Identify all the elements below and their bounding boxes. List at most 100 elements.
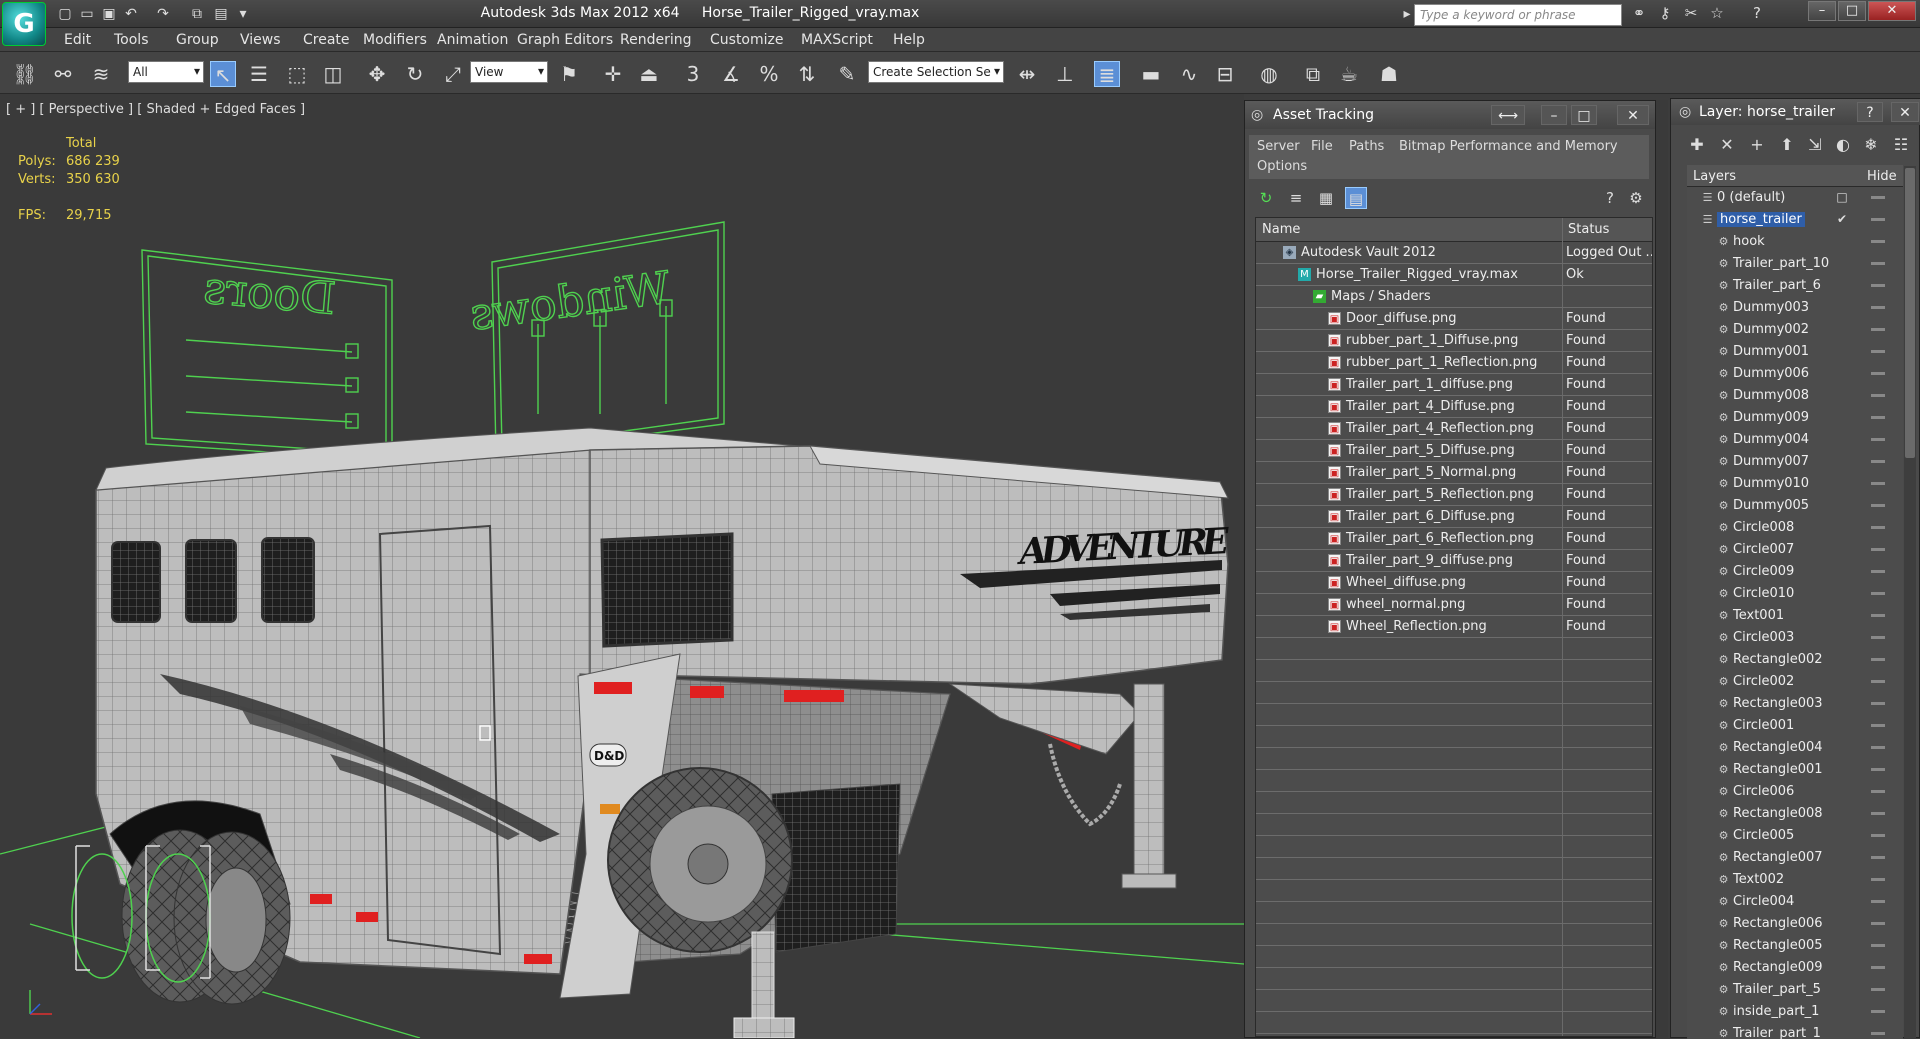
- asset-row[interactable]: ▣ Trailer_part_4_Reflection.png Found: [1256, 418, 1652, 440]
- asset-menu-options[interactable]: Options: [1257, 159, 1307, 174]
- layer-row[interactable]: ☰ horse_trailer ✔: [1687, 209, 1903, 231]
- hide-toggle[interactable]: [1871, 1010, 1885, 1013]
- binoculars-icon[interactable]: ⚭: [1628, 4, 1650, 24]
- current-layer-check-icon[interactable]: ✔: [1835, 212, 1849, 226]
- unlink-icon[interactable]: ⚯: [50, 61, 76, 87]
- hide-toggle[interactable]: [1871, 702, 1885, 705]
- table-view-icon[interactable]: ▤: [1345, 187, 1367, 209]
- hide-toggle[interactable]: [1871, 900, 1885, 903]
- hide-toggle[interactable]: [1871, 790, 1885, 793]
- menu-animation[interactable]: Animation: [437, 32, 508, 48]
- render-setup-icon[interactable]: ⧉: [1300, 61, 1326, 87]
- maximize-window-button[interactable]: □: [1838, 1, 1866, 21]
- asset-menu-paths[interactable]: Paths: [1349, 139, 1384, 154]
- layer-object-row[interactable]: ⚙ Dummy010: [1687, 473, 1903, 495]
- hide-toggle[interactable]: [1871, 526, 1885, 529]
- layer-object-row[interactable]: ⚙ Text002: [1687, 869, 1903, 891]
- layer-object-row[interactable]: ⚙ Rectangle002: [1687, 649, 1903, 671]
- asset-row[interactable]: ▣ Wheel_diffuse.png Found: [1256, 572, 1652, 594]
- layer-object-row[interactable]: ⚙ Rectangle001: [1687, 759, 1903, 781]
- hide-toggle[interactable]: [1871, 988, 1885, 991]
- help-icon[interactable]: ?: [1599, 187, 1621, 209]
- hide-toggle[interactable]: [1871, 878, 1885, 881]
- asset-row[interactable]: ▣ Trailer_part_5_Reflection.png Found: [1256, 484, 1652, 506]
- hide-toggle[interactable]: [1871, 218, 1885, 221]
- hide-toggle[interactable]: [1871, 834, 1885, 837]
- asset-row[interactable]: ▣ Door_diffuse.png Found: [1256, 308, 1652, 330]
- select-layer-objects-icon[interactable]: ⬆: [1775, 135, 1799, 157]
- add-to-layer-icon[interactable]: +: [1745, 135, 1769, 157]
- keyboard-shortcut-override-icon[interactable]: ⏏: [636, 61, 662, 87]
- empty-asset-row[interactable]: [1256, 792, 1652, 814]
- asset-row[interactable]: ▣ Trailer_part_5_Diffuse.png Found: [1256, 440, 1652, 462]
- panel-maximize-button[interactable]: □: [1571, 105, 1597, 125]
- layer-object-row[interactable]: ⚙ Circle007: [1687, 539, 1903, 561]
- minimize-window-button[interactable]: –: [1808, 1, 1836, 21]
- scene-canvas[interactable]: Doors Windows ADVENTURE D&D: [0, 94, 1244, 1038]
- layer-object-row[interactable]: ⚙ Dummy006: [1687, 363, 1903, 385]
- spinner-snap-icon[interactable]: ⇅: [794, 61, 820, 87]
- select-and-scale-icon[interactable]: ⤢: [440, 61, 466, 87]
- hide-toggle[interactable]: [1871, 350, 1885, 353]
- select-and-move-icon[interactable]: ✥: [364, 61, 390, 87]
- asset-row[interactable]: ▰ Maps / Shaders: [1256, 286, 1652, 308]
- layer-object-row[interactable]: ⚙ Dummy001: [1687, 341, 1903, 363]
- help-icon[interactable]: ?: [1746, 4, 1768, 24]
- empty-asset-row[interactable]: [1256, 770, 1652, 792]
- layer-manager-icon[interactable]: ≣: [1094, 61, 1120, 87]
- hide-toggle[interactable]: [1871, 372, 1885, 375]
- layer-help-button[interactable]: ?: [1857, 102, 1883, 122]
- empty-asset-row[interactable]: [1256, 814, 1652, 836]
- layer-object-row[interactable]: ⚙ hook: [1687, 231, 1903, 253]
- menu-graph-editors[interactable]: Graph Editors: [517, 32, 613, 48]
- layer-object-row[interactable]: ⚙ Dummy009: [1687, 407, 1903, 429]
- menu-modifiers[interactable]: Modifiers: [363, 32, 427, 48]
- asset-tracking-titlebar[interactable]: ◎ Asset Tracking ⟷ – □ ✕: [1245, 101, 1655, 129]
- trailer-body[interactable]: [95, 427, 1229, 1038]
- empty-asset-row[interactable]: [1256, 880, 1652, 902]
- select-by-name-icon[interactable]: ☰: [246, 61, 272, 87]
- layer-object-row[interactable]: ⚙ Circle005: [1687, 825, 1903, 847]
- asset-row[interactable]: ▣ Trailer_part_5_Normal.png Found: [1256, 462, 1652, 484]
- curve-editor-icon[interactable]: ∿: [1176, 61, 1202, 87]
- empty-asset-row[interactable]: [1256, 902, 1652, 924]
- asset-row[interactable]: ▣ Trailer_part_4_Diffuse.png Found: [1256, 396, 1652, 418]
- panel-close-button[interactable]: ✕: [1617, 105, 1649, 125]
- layer-object-row[interactable]: ⚙ Circle006: [1687, 781, 1903, 803]
- empty-asset-row[interactable]: [1256, 682, 1652, 704]
- layer-object-row[interactable]: ⚙ Dummy005: [1687, 495, 1903, 517]
- hide-toggle[interactable]: [1871, 812, 1885, 815]
- hide-toggle[interactable]: [1871, 746, 1885, 749]
- asset-row[interactable]: ▣ Trailer_part_9_diffuse.png Found: [1256, 550, 1652, 572]
- delete-layer-icon[interactable]: ✕: [1715, 135, 1739, 157]
- asset-menu-server[interactable]: Server: [1257, 139, 1300, 154]
- layer-object-row[interactable]: ⚙ Trailer_part_10: [1687, 253, 1903, 275]
- layer-object-row[interactable]: ⚙ Trailer_part_5: [1687, 979, 1903, 1001]
- new-layer-icon[interactable]: ✚: [1685, 135, 1709, 157]
- asset-row[interactable]: ▣ Trailer_part_1_diffuse.png Found: [1256, 374, 1652, 396]
- close-window-button[interactable]: ✕: [1868, 1, 1916, 21]
- menu-customize[interactable]: Customize: [710, 32, 784, 48]
- asset-row[interactable]: ▣ Trailer_part_6_Diffuse.png Found: [1256, 506, 1652, 528]
- hide-toggle[interactable]: [1871, 1032, 1885, 1035]
- rendered-frame-window-icon[interactable]: ☕: [1336, 61, 1362, 87]
- layer-object-row[interactable]: ⚙ Circle010: [1687, 583, 1903, 605]
- column-header-name[interactable]: Name: [1262, 222, 1300, 237]
- hide-toggle[interactable]: [1871, 724, 1885, 727]
- settings-icon[interactable]: ⚙: [1625, 187, 1647, 209]
- empty-asset-row[interactable]: [1256, 1012, 1652, 1034]
- hide-toggle[interactable]: [1871, 240, 1885, 243]
- named-selection-set-select[interactable]: Create Selection Se: [868, 61, 1004, 83]
- hide-toggle[interactable]: [1871, 306, 1885, 309]
- layer-object-row[interactable]: ⚙ Rectangle003: [1687, 693, 1903, 715]
- empty-asset-row[interactable]: [1256, 924, 1652, 946]
- edit-named-selection-icon[interactable]: ✎: [834, 61, 860, 87]
- refresh-icon[interactable]: ↻: [1255, 187, 1277, 209]
- hide-toggle[interactable]: [1871, 944, 1885, 947]
- hide-toggle[interactable]: [1871, 922, 1885, 925]
- empty-asset-row[interactable]: [1256, 858, 1652, 880]
- snaps-toggle-icon[interactable]: 3: [680, 61, 706, 87]
- layer-object-row[interactable]: ⚙ Rectangle006: [1687, 913, 1903, 935]
- hide-toggle[interactable]: [1871, 592, 1885, 595]
- panel-resize-icon[interactable]: ⟷: [1491, 105, 1525, 125]
